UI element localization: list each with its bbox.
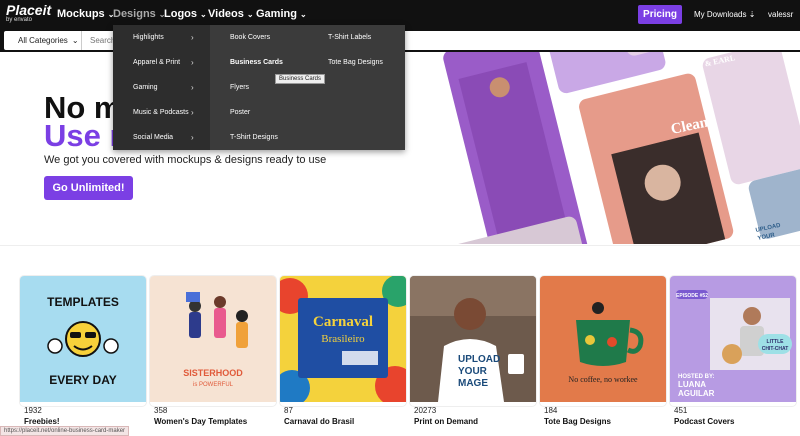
nav-designs-label: Designs [113,8,156,20]
nav-mockups-label: Mockups [57,8,105,20]
chevron-down-icon: ⌄ [71,36,79,45]
podcast-art-last-name: AGUILAR [678,389,715,398]
carnaval-art-subtitle: Brasileiro [321,333,365,345]
nav-gaming-label: Gaming [256,8,297,20]
nav-logos[interactable]: Logos ⌄ [164,8,207,20]
nav-videos-label: Videos [208,8,244,20]
category-card-womens-day[interactable]: SISTERHOOD is POWERFUL [150,276,276,406]
dropdown-link-poster[interactable]: Poster [230,109,250,116]
hero-subtitle: We got you covered with mockups & design… [44,154,327,166]
dropdown-category-music-podcasts[interactable]: Music & Podcasts [133,109,189,116]
category-card-tote-bag[interactable]: No coffee, no workee [540,276,666,406]
dropdown-link-tote-bag-designs[interactable]: Tote Bag Designs [328,59,383,66]
chevron-down-icon: ⌄ [200,9,207,19]
dropdown-link-tshirt-labels[interactable]: T-Shirt Labels [328,34,371,41]
business-cards-tooltip: Business Cards [275,74,326,84]
pod-art-mage: MAGE [458,378,488,389]
womens-day-art-is-powerful: is POWERFUL [193,382,234,388]
tote-bag-art-caption: No coffee, no workee [568,375,638,384]
print-on-demand-count: 20273 [414,406,437,415]
dropdown-link-tshirt-designs[interactable]: T-Shirt Designs [230,134,278,141]
freebies-count: 1932 [24,406,42,415]
nav-mockups[interactable]: Mockups ⌄ [57,8,114,20]
chevron-right-icon: › [191,58,194,67]
logo-brand: Placeit [6,2,52,18]
chevron-right-icon: › [191,33,194,42]
user-menu[interactable]: valessr [768,10,793,19]
category-card-freebies[interactable]: TEMPLATES EVERY DAY [20,276,146,406]
category-card-carnaval[interactable]: Carnaval Brasileiro [280,276,406,406]
designs-dropdown-menu: Highlights › Apparel & Print › Gaming › … [113,25,405,150]
chevron-down-icon: ⌄ [246,9,254,19]
nav-gaming[interactable]: Gaming ⌄ [256,8,307,20]
print-on-demand-label[interactable]: Print on Demand [414,417,478,426]
dropdown-category-highlights[interactable]: Highlights [133,34,164,41]
category-select-value: All Categories [18,36,68,45]
pod-art-upload: UPLOAD [458,354,500,365]
category-card-podcast-covers[interactable]: EPISODE #52 LITTLE CHIT-CHAT HOSTED BY: … [670,276,796,406]
carnaval-count: 87 [284,406,293,415]
carnaval-card-image: Carnaval Brasileiro [280,276,406,402]
dropdown-category-column [113,25,210,150]
freebies-art-every-day: EVERY DAY [49,373,117,387]
category-select[interactable]: All Categories ⌄ [4,31,82,50]
womens-day-card-image: SISTERHOOD is POWERFUL [150,276,276,402]
freebies-card-image: TEMPLATES EVERY DAY [20,276,146,402]
pricing-button[interactable]: Pricing [638,5,682,24]
nav-designs[interactable]: Designs ⌄ [113,8,166,20]
dropdown-link-business-cards[interactable]: Business Cards [230,59,283,66]
dropdown-link-flyers[interactable]: Flyers [230,84,249,91]
my-downloads-link[interactable]: My Downloads ⇣ [694,10,755,19]
podcast-art-episode: EPISODE #52 [676,293,708,299]
search-button[interactable] [790,31,800,50]
category-card-print-on-demand[interactable]: UPLOAD YOUR MAGE [410,276,536,406]
chevron-right-icon: › [191,83,194,92]
carnaval-label[interactable]: Carnaval do Brasil [284,417,354,426]
chevron-right-icon: › [191,133,194,142]
status-bar-url: https://placeit.net/online-business-card… [0,426,130,436]
podcast-art-first-name: LUANA [678,380,706,389]
nav-videos[interactable]: Videos ⌄ [208,8,254,20]
womens-day-label[interactable]: Women's Day Templates [154,417,247,426]
freebies-art-templates: TEMPLATES [47,295,119,309]
podcast-card-image: EPISODE #52 LITTLE CHIT-CHAT HOSTED BY: … [670,276,796,402]
tote-bag-count: 184 [544,406,558,415]
section-divider [0,245,800,246]
womens-day-count: 358 [154,406,168,415]
chevron-right-icon: › [191,108,194,117]
pod-art-your: YOUR [458,366,488,377]
podcast-art-chit-chat: CHIT-CHAT [762,346,789,352]
logo-byline: by envato [6,17,33,23]
podcast-label[interactable]: Podcast Covers [674,417,734,426]
dropdown-category-gaming[interactable]: Gaming [133,84,158,91]
womens-day-art-sisterhood: SISTERHOOD [183,368,243,378]
placeit-logo[interactable]: Placeit by envato [6,3,51,24]
hero-collage-image: Clean. Y & EARL UPLOAD YOUR [440,52,800,244]
carnaval-art-title: Carnaval [313,314,373,330]
dropdown-category-apparel-print[interactable]: Apparel & Print [133,59,180,66]
dropdown-category-social-media[interactable]: Social Media [133,134,173,141]
dropdown-link-book-covers[interactable]: Book Covers [230,34,270,41]
tote-bag-card-image: No coffee, no workee [540,276,666,402]
print-on-demand-card-image: UPLOAD YOUR MAGE [410,276,536,402]
tote-bag-label[interactable]: Tote Bag Designs [544,417,611,426]
freebies-label[interactable]: Freebies! [24,417,60,426]
go-unlimited-button[interactable]: Go Unlimited! [44,176,133,200]
nav-logos-label: Logos [164,8,197,20]
chevron-down-icon: ⌄ [299,9,307,19]
podcast-count: 451 [674,406,688,415]
podcast-art-little: LITTLE [767,339,785,345]
